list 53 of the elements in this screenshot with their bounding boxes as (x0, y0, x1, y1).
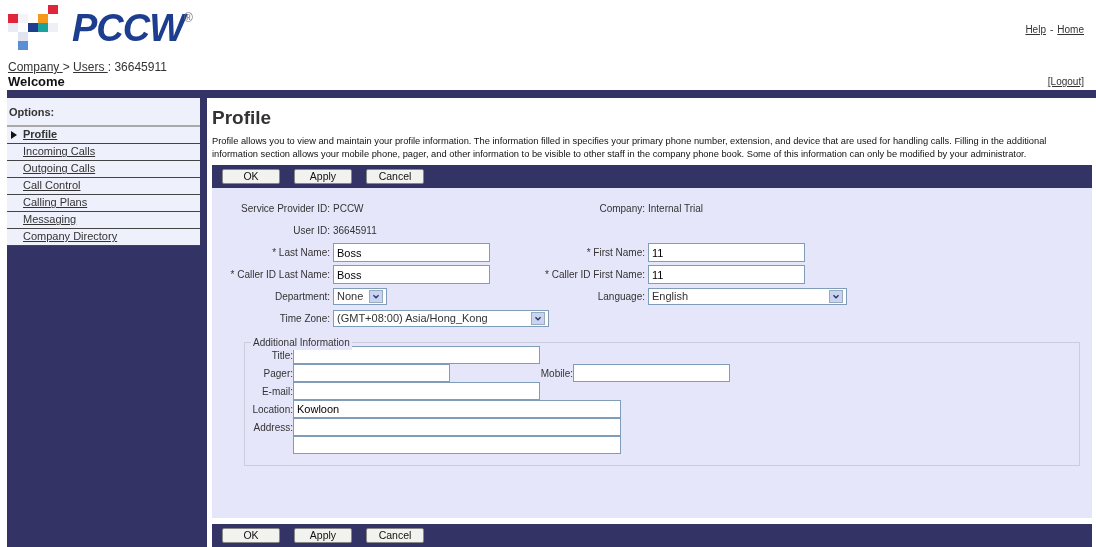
field-label: * Caller ID Last Name: (229, 268, 331, 282)
text-field[interactable]: Boss (333, 265, 490, 284)
action-button[interactable]: Apply (294, 527, 352, 543)
text-field[interactable] (293, 381, 540, 400)
field-label: Location: (251, 403, 293, 417)
field-label: Mobile: (539, 367, 573, 381)
breadcrumb-text: > (62, 60, 71, 74)
welcome-text: Welcome (8, 75, 65, 88)
caret-icon (369, 290, 383, 303)
sidebar-title: Options: (7, 98, 200, 127)
field-label: * Last Name: (271, 246, 331, 260)
dropdown[interactable]: English (648, 288, 847, 305)
breadcrumb-link[interactable]: Company (8, 60, 63, 74)
description-text: Profile allows you to view and maintain your profile information. The information filled in specifies your primary phone number, extension, and device that are used for handling calls. Filling in the additional information section allows your mobile phone, pager, and other information to be visible to other staff in the company phone book. Some of this information can only be modified by your administrator. (212, 134, 1048, 161)
text-field[interactable] (293, 345, 540, 364)
field-label: * Caller ID First Name: (544, 268, 646, 282)
field-label: Language: (596, 290, 646, 304)
dropdown[interactable]: (GMT+08:00) Asia/Hong_Kong (333, 310, 549, 327)
logout-link[interactable]: [Logout] (1047, 74, 1084, 89)
field-label: User ID: (292, 224, 331, 238)
field-label: Address: (252, 421, 293, 435)
action-button[interactable]: OK (222, 527, 280, 543)
breadcrumb-link[interactable]: Users (73, 60, 108, 74)
link-separator: - (1049, 24, 1054, 35)
field-label: Company: (598, 202, 646, 216)
dropdown[interactable]: None (333, 288, 387, 305)
field-label: Title: (270, 349, 293, 363)
text-field[interactable]: Kowloon (293, 399, 621, 418)
header-link[interactable]: Help (1025, 24, 1046, 35)
header-link[interactable]: Home (1057, 24, 1084, 35)
action-button[interactable]: OK (222, 168, 280, 184)
field-label: Time Zone: (278, 312, 331, 326)
page-title: Profile (212, 106, 273, 130)
caret-icon (531, 312, 545, 325)
caret-icon (829, 290, 843, 303)
text-field[interactable]: Boss (333, 243, 490, 262)
text-field[interactable] (573, 363, 730, 382)
pointer-icon (11, 130, 17, 139)
breadcrumb-text: : 36645911 (107, 60, 167, 74)
action-button[interactable]: Cancel (366, 168, 424, 184)
field-value: Internal Trial (648, 203, 704, 215)
action-button[interactable]: Apply (294, 168, 352, 184)
text-field[interactable]: 11 (648, 243, 805, 262)
field-value: PCCW (333, 203, 364, 215)
field-label: Department: (273, 290, 331, 304)
text-field[interactable]: 11 (648, 265, 805, 284)
field-label: * First Name: (585, 246, 646, 260)
field-label: Pager: (262, 367, 293, 381)
field-label: Service Provider ID: (240, 202, 331, 216)
field-value: 36645911 (333, 225, 377, 237)
field-label: E-mail: (260, 385, 293, 399)
action-button[interactable]: Cancel (366, 527, 424, 543)
sidebar-item[interactable]: Profile (23, 126, 58, 143)
